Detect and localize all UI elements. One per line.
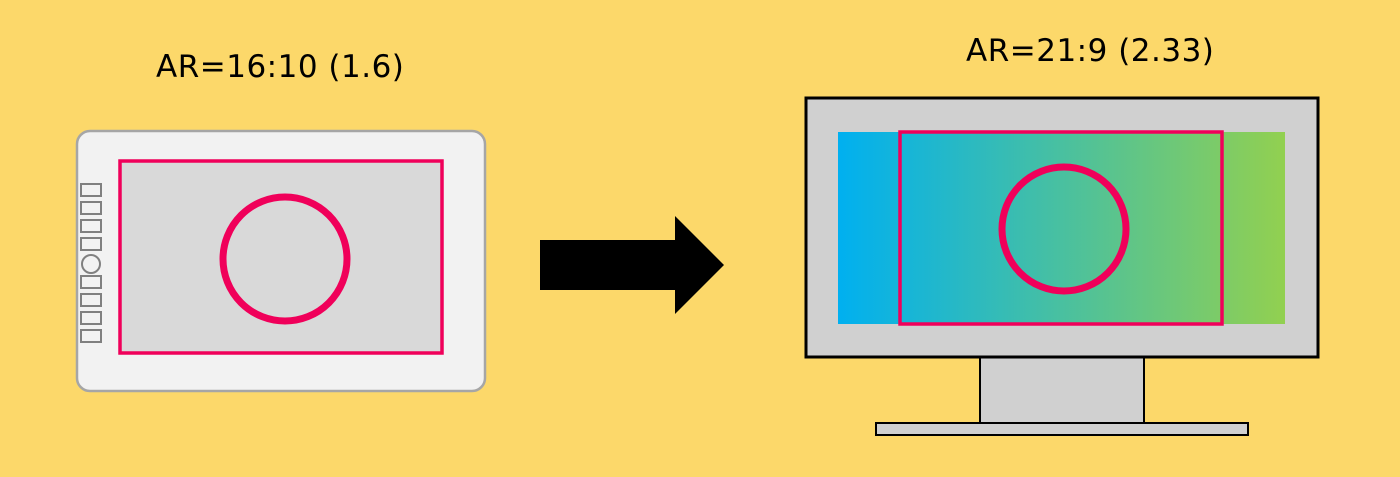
right-arrow-icon [540, 216, 724, 314]
pen-tablet [75, 129, 487, 393]
monitor-stand-base [875, 422, 1249, 436]
express-key [80, 293, 102, 307]
express-key [80, 219, 102, 233]
monitor-screen [838, 132, 1285, 324]
express-key [80, 237, 102, 251]
express-key [80, 183, 102, 197]
aspect-ratio-diagram: AR=16:10 (1.6) AR=21:9 (2.33) [0, 0, 1400, 477]
ultrawide-monitor [804, 96, 1320, 436]
express-key [80, 311, 102, 325]
express-key [80, 275, 102, 289]
express-key [80, 201, 102, 215]
diagram-canvas [75, 96, 1320, 436]
express-key [80, 329, 102, 343]
monitor-stand-neck [979, 356, 1145, 424]
touch-ring-icon [81, 254, 101, 274]
tablet-express-keys [80, 183, 102, 343]
